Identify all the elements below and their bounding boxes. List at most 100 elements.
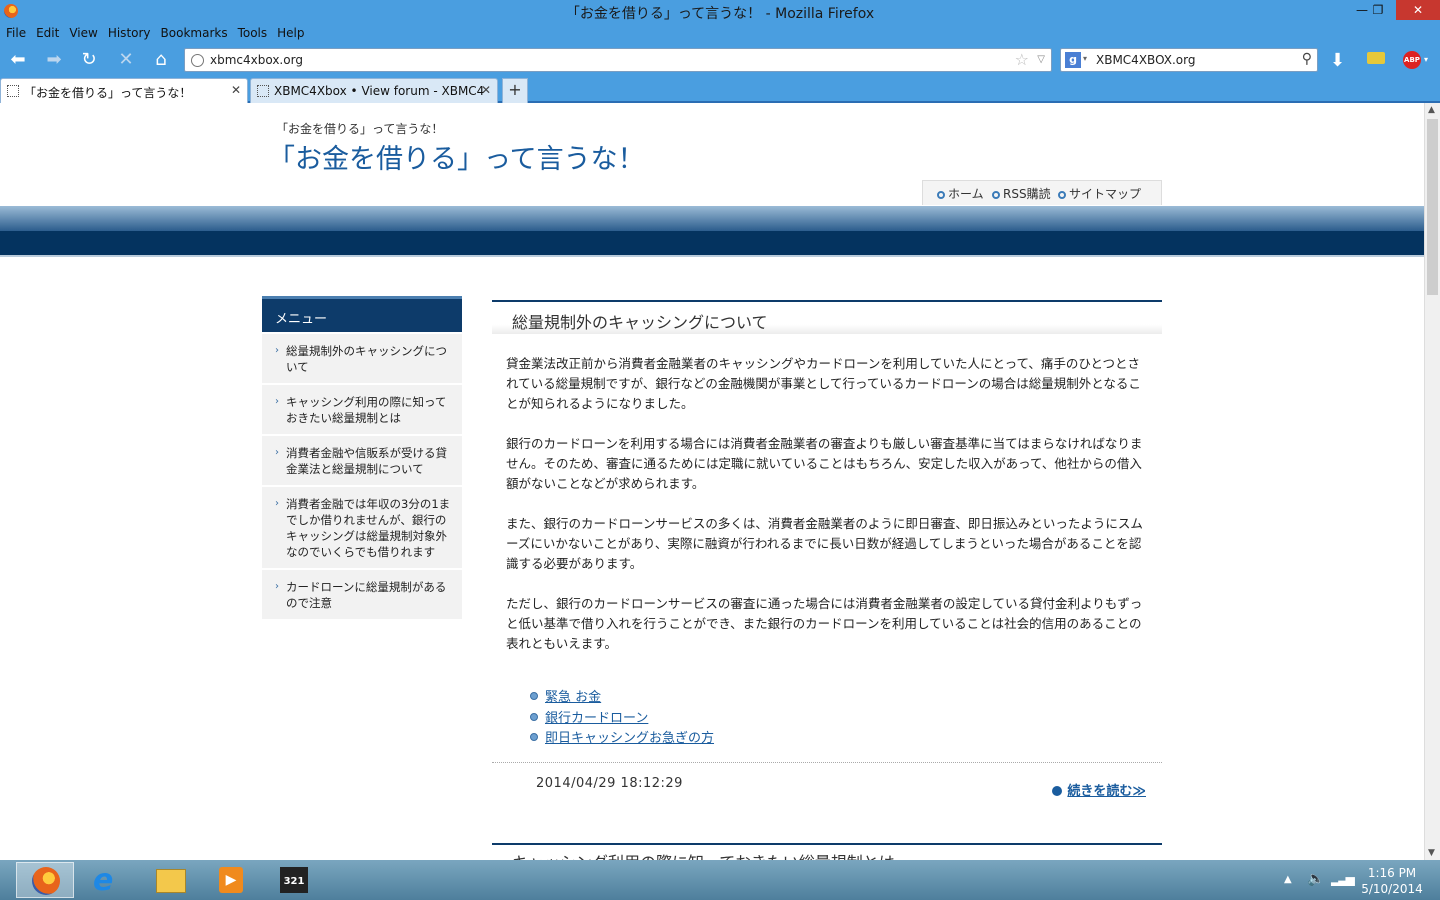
search-icon[interactable]: ⚲ <box>1302 51 1312 67</box>
vertical-scrollbar[interactable]: ▲ ▼ <box>1424 103 1440 860</box>
reload-button[interactable]: ↻ <box>75 48 103 72</box>
next-article-title[interactable]: キャッシング利用の際に知っておきたい総量規制とは <box>492 843 1162 860</box>
chevron-right-icon: › <box>275 345 279 356</box>
sidebar-item-label: 総量規制外のキャッシングについて <box>286 344 447 374</box>
file-explorer-icon <box>156 869 186 893</box>
downloads-icon[interactable]: ⬇ <box>1330 50 1345 71</box>
taskbar-file-explorer[interactable] <box>141 862 199 898</box>
list-item: 緊急 お金 <box>530 686 1162 707</box>
tab-label: XBMC4Xbox • View forum - XBMC4X... <box>274 84 484 98</box>
article-title[interactable]: 総量規制外のキャッシングについて <box>492 300 1162 334</box>
related-link[interactable]: 緊急 お金 <box>545 690 601 705</box>
nav-link-rss[interactable]: RSS購読 <box>992 185 1051 202</box>
site-title[interactable]: 「お金を借りる」って言うな！ <box>268 137 645 176</box>
menu-help[interactable]: Help <box>272 24 309 42</box>
sidebar-item[interactable]: › 消費者金融では年収の3分の1までしか借りれませんが、銀行のキャッシングは総量規… <box>262 485 462 568</box>
taskbar-media-player[interactable]: ▶ <box>202 862 260 898</box>
tab-active[interactable]: 「お金を借りる」って言うな！ ✕ <box>0 78 248 103</box>
search-input[interactable]: XBMC4XBOX.org <box>1096 53 1195 67</box>
google-engine-icon[interactable]: g <box>1065 52 1081 68</box>
post-date: 2014/04/29 18:12:29 <box>536 775 683 791</box>
menu-file[interactable]: File <box>1 24 31 42</box>
url-bar[interactable]: xbmc4xbox.org ☆ ▽ <box>184 48 1052 72</box>
chevron-right-icon: › <box>275 498 279 509</box>
nav-link-sitemap[interactable]: サイトマップ <box>1058 185 1141 202</box>
bullet-icon <box>1058 191 1066 199</box>
new-tab-button[interactable]: + <box>502 78 528 103</box>
article-paragraph: ただし、銀行のカードローンサービスの審査に通った場合には消費者金融業者の設定して… <box>506 596 1143 651</box>
firefox-icon <box>32 867 60 895</box>
scroll-down-icon[interactable]: ▼ <box>1428 848 1435 858</box>
restore-button[interactable]: ❐ <box>1364 0 1392 20</box>
list-item: 即日キャッシングお急ぎの方 <box>530 727 1162 748</box>
network-icon[interactable]: ▂▃▅ <box>1331 872 1355 886</box>
navigation-toolbar: ⬅ ➡ ↻ ✕ ⌂ xbmc4xbox.org ☆ ▽ g ▾ XBMC4XBO… <box>0 44 1440 76</box>
engine-dropdown-icon[interactable]: ▾ <box>1083 54 1087 63</box>
clock-time[interactable]: 1:16 PM <box>1362 866 1422 880</box>
bullet-icon <box>530 712 538 721</box>
nav-link-label: RSS購読 <box>1003 187 1051 201</box>
header-band-dark <box>0 231 1424 255</box>
bookmark-star-icon[interactable]: ☆ <box>1015 50 1029 69</box>
clock-date[interactable]: 5/10/2014 <box>1358 882 1426 896</box>
bullet-icon <box>937 191 945 199</box>
menu-view[interactable]: View <box>64 24 102 42</box>
related-link[interactable]: 銀行カードローン <box>545 711 648 726</box>
tab-xbmc4xbox[interactable]: XBMC4Xbox • View forum - XBMC4X... ✕ <box>250 78 498 103</box>
article-meta: 2014/04/29 18:12:29 続きを読む≫ <box>492 761 1162 822</box>
home-button[interactable]: ⌂ <box>147 48 175 72</box>
sidebar-item-label: 消費者金融では年収の3分の1までしか借りれませんが、銀行のキャッシングは総量規制… <box>286 497 451 559</box>
taskbar-firefox[interactable] <box>16 862 74 898</box>
adblock-plus-icon[interactable]: ABP <box>1403 51 1421 69</box>
related-links: 緊急 お金 銀行カードローン 即日キャッシングお急ぎの方 <box>530 686 1162 748</box>
sidebar-item[interactable]: › 総量規制外のキャッシングについて <box>262 332 462 383</box>
menu-history[interactable]: History <box>103 24 156 42</box>
back-button[interactable]: ⬅ <box>4 48 32 72</box>
url-dropdown-icon[interactable]: ▽ <box>1037 54 1045 65</box>
page-favicon-icon <box>257 85 269 97</box>
sidebar-menu: メニュー › 総量規制外のキャッシングについて › キャッシング利用の際に知っておき… <box>262 296 462 619</box>
sidebar-item[interactable]: › 消費者金融や信販系が受ける貸金業法と総量規制について <box>262 434 462 485</box>
sidebar-item-label: 消費者金融や信販系が受ける貸金業法と総量規制について <box>286 446 447 476</box>
read-more-link[interactable]: 続きを読む≫ <box>1052 780 1146 799</box>
adblock-dropdown-icon[interactable]: ▾ <box>1424 55 1428 64</box>
forward-button[interactable]: ➡ <box>40 48 68 72</box>
url-text[interactable]: xbmc4xbox.org <box>210 53 303 67</box>
taskbar-internet-explorer[interactable]: e <box>80 862 138 898</box>
menu-bookmarks[interactable]: Bookmarks <box>156 24 233 42</box>
related-link[interactable]: 即日キャッシングお急ぎの方 <box>545 731 714 746</box>
tab-close-icon[interactable]: ✕ <box>231 83 241 97</box>
sidebar-item[interactable]: › キャッシング利用の際に知っておきたい総量規制とは <box>262 383 462 434</box>
article-paragraph: また、銀行のカードローンサービスの多くは、消費者金融業者のように即日審査、即日振… <box>506 516 1143 571</box>
scrollbar-thumb[interactable] <box>1427 119 1438 295</box>
list-item: 銀行カードローン <box>530 707 1162 728</box>
password-key-icon[interactable] <box>1367 52 1385 64</box>
taskbar-video-editor[interactable]: 321 <box>264 862 322 898</box>
search-bar[interactable]: g ▾ XBMC4XBOX.org ⚲ <box>1060 48 1318 72</box>
divider <box>0 255 1424 257</box>
globe-icon <box>191 54 204 67</box>
menu-bar: File Edit View History Bookmarks Tools H… <box>0 24 1440 44</box>
scroll-up-icon[interactable]: ▲ <box>1428 105 1435 115</box>
sidebar-item[interactable]: › カードローンに総量規制があるので注意 <box>262 568 462 619</box>
window-title: 「お金を借りる」って言うな！ - Mozilla Firefox <box>565 6 875 22</box>
menu-edit[interactable]: Edit <box>31 24 64 42</box>
sidebar-item-label: キャッシング利用の際に知っておきたい総量規制とは <box>286 395 447 425</box>
stop-button[interactable]: ✕ <box>112 48 140 72</box>
top-navigation: ホーム RSS購読 サイトマップ <box>922 180 1162 205</box>
internet-explorer-icon: e <box>93 863 114 898</box>
article-paragraph: 銀行のカードローンを利用する場合には消費者金融業者の審査よりも厳しい審査基準に当… <box>506 436 1143 491</box>
bullet-icon <box>992 191 1000 199</box>
volume-icon[interactable]: 🔈 <box>1307 871 1324 887</box>
article-body: 貸金業法改正前から消費者金融業者のキャッシングやカードローンを利用していた人にと… <box>492 334 1162 654</box>
tab-close-icon[interactable]: ✕ <box>481 83 491 97</box>
tab-bar: 「お金を借りる」って言うな！ ✕ XBMC4Xbox • View forum … <box>0 76 1440 103</box>
show-hidden-icons-icon[interactable]: ▲ <box>1284 874 1292 885</box>
video-editor-icon: 321 <box>280 867 308 893</box>
menu-tools[interactable]: Tools <box>233 24 273 42</box>
page-viewport: 「お金を借りる」って言うな！ 「お金を借りる」って言うな！ ホーム RSS購読 … <box>0 103 1424 860</box>
close-window-button[interactable]: ✕ <box>1396 0 1440 20</box>
bullet-icon <box>530 733 538 741</box>
nav-link-label: サイトマップ <box>1069 187 1142 201</box>
nav-link-home[interactable]: ホーム <box>937 185 984 202</box>
